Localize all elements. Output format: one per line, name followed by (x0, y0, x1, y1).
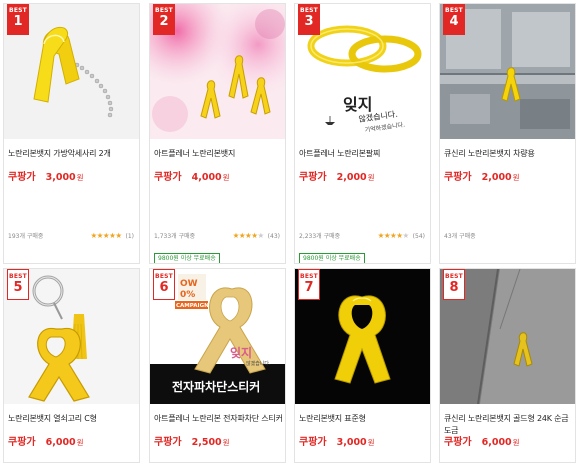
rating: ★★★★★ (43) (233, 231, 280, 240)
price-unit: 원 (512, 438, 520, 447)
badge-rank: 5 (13, 280, 23, 295)
review-count: (54) (412, 232, 425, 240)
product-name[interactable]: 큐신리 노란리본뱃지 차량용 (444, 148, 574, 160)
price-value: 2,000 (336, 172, 367, 183)
product-card[interactable]: BEST 4 큐신리 노란리본뱃지 차량용 쿠팡가 2,000 원 43개 구매… (439, 3, 576, 264)
coupang-price-label: 쿠팡가 (154, 172, 182, 183)
best-rank-badge: BEST 8 (443, 269, 465, 300)
best-rank-badge: BEST 4 (443, 4, 465, 35)
product-footer: 43개 구매중 (444, 230, 570, 240)
price-row: 쿠팡가 2,500 원 (154, 433, 230, 448)
purchase-count: 193개 구매중 (8, 232, 44, 240)
badge-label: BEST (300, 7, 318, 14)
promo-text: OW (180, 279, 198, 289)
free-shipping-badge: 9800원 이상 무료배송 (154, 253, 220, 263)
coupang-price-label: 쿠팡가 (444, 172, 472, 183)
product-name[interactable]: 아트플레너 노란리본뱃지 (154, 148, 284, 160)
price-value: 6,000 (481, 437, 512, 448)
price-unit: 원 (76, 438, 84, 447)
banner-text: 전자파차단스티커 (172, 379, 260, 394)
price-row: 쿠팡가 3,000 원 (299, 433, 375, 448)
coupang-price-label: 쿠팡가 (8, 172, 36, 183)
price-unit: 원 (512, 173, 520, 182)
calligraphy-text: 잊지 (343, 95, 372, 114)
badge-rank: 3 (304, 14, 314, 29)
price-value: 4,000 (191, 172, 222, 183)
price-row: 쿠팡가 2,000 원 (444, 168, 520, 183)
coupang-price-label: 쿠팡가 (8, 437, 36, 448)
product-card[interactable]: BEST 1 노란리본뱃지 가방악세사리 2개 쿠팡가 3,000 원 193개… (3, 3, 140, 264)
product-card[interactable]: BEST 2 아트플레너 노란리본뱃지 쿠팡가 4,000 원 1,733개 구… (149, 3, 286, 264)
price-row: 쿠팡가 2,000 원 (299, 168, 375, 183)
badge-label: BEST (445, 273, 463, 280)
star-rating-icon: ★★★★★ (377, 230, 410, 240)
product-card[interactable]: BEST 7 노란리본뱃지 표준형 쿠팡가 3,000 원 (294, 268, 431, 463)
review-count: (43) (267, 232, 280, 240)
star-rating-icon: ★★★★★ (232, 230, 265, 240)
purchase-count: 1,733개 구매중 (154, 232, 196, 240)
badge-rank: 8 (449, 280, 459, 295)
product-name[interactable]: 노란리본뱃지 가방악세사리 2개 (8, 148, 138, 160)
price-value: 6,000 (45, 437, 76, 448)
price-unit: 원 (222, 438, 230, 447)
price-row: 쿠팡가 3,000 원 (8, 168, 84, 183)
badge-rank: 2 (159, 14, 169, 29)
purchase-count: 43개 구매중 (444, 232, 476, 240)
product-footer: 1,733개 구매중 ★★★★★ (43) (154, 230, 280, 240)
price-value: 2,000 (481, 172, 512, 183)
best-rank-badge: BEST 6 (153, 269, 175, 300)
badge-rank: 6 (159, 280, 169, 295)
product-card[interactable]: BEST 8 큐신리 노란리본뱃지 골드형 24K 순금 도금 쿠팡가 6,00… (439, 268, 576, 463)
best-rank-badge: BEST 7 (298, 269, 320, 300)
price-row: 쿠팡가 6,000 원 (8, 433, 84, 448)
product-card[interactable]: OW 0% CAMPAIGN 잊지 않겠습니다. 전자파차단스티커 BEST 6… (149, 268, 286, 463)
product-footer: 193개 구매중 ★★★★★ (1) (8, 230, 134, 240)
badge-label: BEST (445, 7, 463, 14)
price-value: 2,500 (191, 437, 222, 448)
product-footer: 2,233개 구매중 ★★★★★ (54) (299, 230, 425, 240)
product-name[interactable]: 노란리본뱃지 표준형 (299, 413, 429, 425)
price-row: 쿠팡가 6,000 원 (444, 433, 520, 448)
best-rank-badge: BEST 5 (7, 269, 29, 300)
badge-label: BEST (300, 273, 318, 280)
price-unit: 원 (367, 173, 375, 182)
purchase-count: 2,233개 구매중 (299, 232, 341, 240)
calligraphy-text: 잊지 (230, 345, 252, 360)
badge-rank: 1 (13, 14, 23, 29)
badge-rank: 7 (304, 280, 314, 295)
badge-label: BEST (155, 273, 173, 280)
product-card[interactable]: BEST 5 노란리본뱃지 열쇠고리 C형 쿠팡가 6,000 원 (3, 268, 140, 463)
free-shipping-badge: 9800원 이상 무료배송 (299, 253, 365, 263)
price-value: 3,000 (336, 437, 367, 448)
best-rank-badge: BEST 2 (153, 4, 175, 35)
coupang-price-label: 쿠팡가 (154, 437, 182, 448)
price-unit: 원 (222, 173, 230, 182)
price-unit: 원 (367, 438, 375, 447)
rating: ★★★★★ (1) (90, 231, 134, 240)
star-rating-icon: ★★★★★ (90, 230, 122, 240)
price-value: 3,000 (45, 172, 76, 183)
badge-label: BEST (9, 7, 27, 14)
price-unit: 원 (76, 173, 84, 182)
coupang-price-label: 쿠팡가 (444, 437, 472, 448)
product-name[interactable]: 노란리본뱃지 열쇠고리 C형 (8, 413, 138, 425)
svg-text:0%: 0% (180, 290, 195, 300)
badge-label: BEST (155, 7, 173, 14)
coupang-price-label: 쿠팡가 (299, 172, 327, 183)
badge-label: BEST (9, 273, 27, 280)
product-name[interactable]: 아트플레너 노란리본 전자파차단 스티커 (154, 413, 284, 425)
review-count: (1) (125, 232, 135, 240)
best-rank-badge: BEST 1 (7, 4, 29, 35)
rating: ★★★★★ (54) (378, 231, 425, 240)
product-name[interactable]: 아트플레너 노란리본팔찌 (299, 148, 429, 160)
svg-text:CAMPAIGN: CAMPAIGN (176, 303, 209, 309)
svg-text:않겠습니다.: 않겠습니다. (246, 360, 271, 367)
coupang-price-label: 쿠팡가 (299, 437, 327, 448)
price-row: 쿠팡가 4,000 원 (154, 168, 230, 183)
product-card[interactable]: 잊지 않겠습니다. 기억하겠습니다. BEST 3 아트플레너 노란리본팔찌 쿠… (294, 3, 431, 264)
badge-rank: 4 (449, 14, 459, 29)
best-rank-badge: BEST 3 (298, 4, 320, 35)
